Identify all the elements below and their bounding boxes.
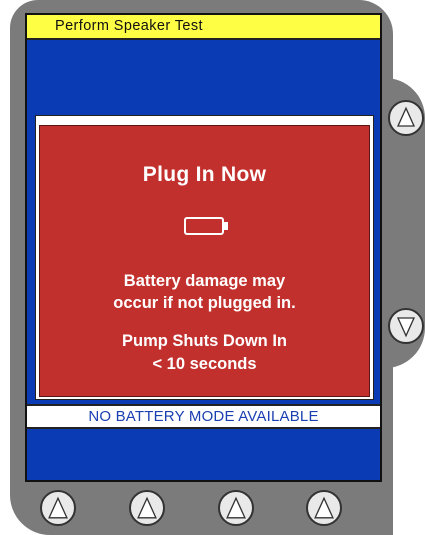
arrow-up-icon [396, 106, 416, 127]
softkey-2-button[interactable] [129, 490, 165, 526]
alert-message-line-1: Battery damage may [123, 272, 286, 290]
triangle-up-icon [48, 496, 68, 519]
countdown-line-1: Pump Shuts Down In [122, 332, 287, 350]
screen-title: Perform Speaker Test [55, 18, 203, 34]
alert-message-line-2: occur if not plugged in. [113, 294, 296, 312]
scroll-down-button[interactable] [388, 308, 424, 344]
triangle-up-icon [137, 496, 157, 519]
footer-status-text: NO BATTERY MODE AVAILABLE [88, 408, 319, 425]
triangle-up-icon [314, 496, 334, 519]
display-screen: Perform Speaker Test Plug In Now Battery… [25, 13, 382, 482]
softkey-1-button[interactable] [40, 490, 76, 526]
alert-panel: Plug In Now Battery damage may occur if … [39, 125, 370, 397]
alert-heading: Plug In Now [142, 163, 267, 186]
battery-empty-icon [184, 217, 228, 235]
pump-device: Perform Speaker Test Plug In Now Battery… [0, 0, 425, 535]
title-bar: Perform Speaker Test [27, 15, 380, 40]
arrow-down-icon [396, 317, 416, 338]
scroll-up-button[interactable] [388, 100, 424, 136]
triangle-up-icon [226, 496, 246, 519]
softkey-3-button[interactable] [218, 490, 254, 526]
countdown-line-2: < 10 seconds [152, 355, 257, 373]
status-footer: NO BATTERY MODE AVAILABLE [27, 404, 380, 429]
alert-dialog: Plug In Now Battery damage may occur if … [35, 115, 374, 400]
softkey-4-button[interactable] [306, 490, 342, 526]
